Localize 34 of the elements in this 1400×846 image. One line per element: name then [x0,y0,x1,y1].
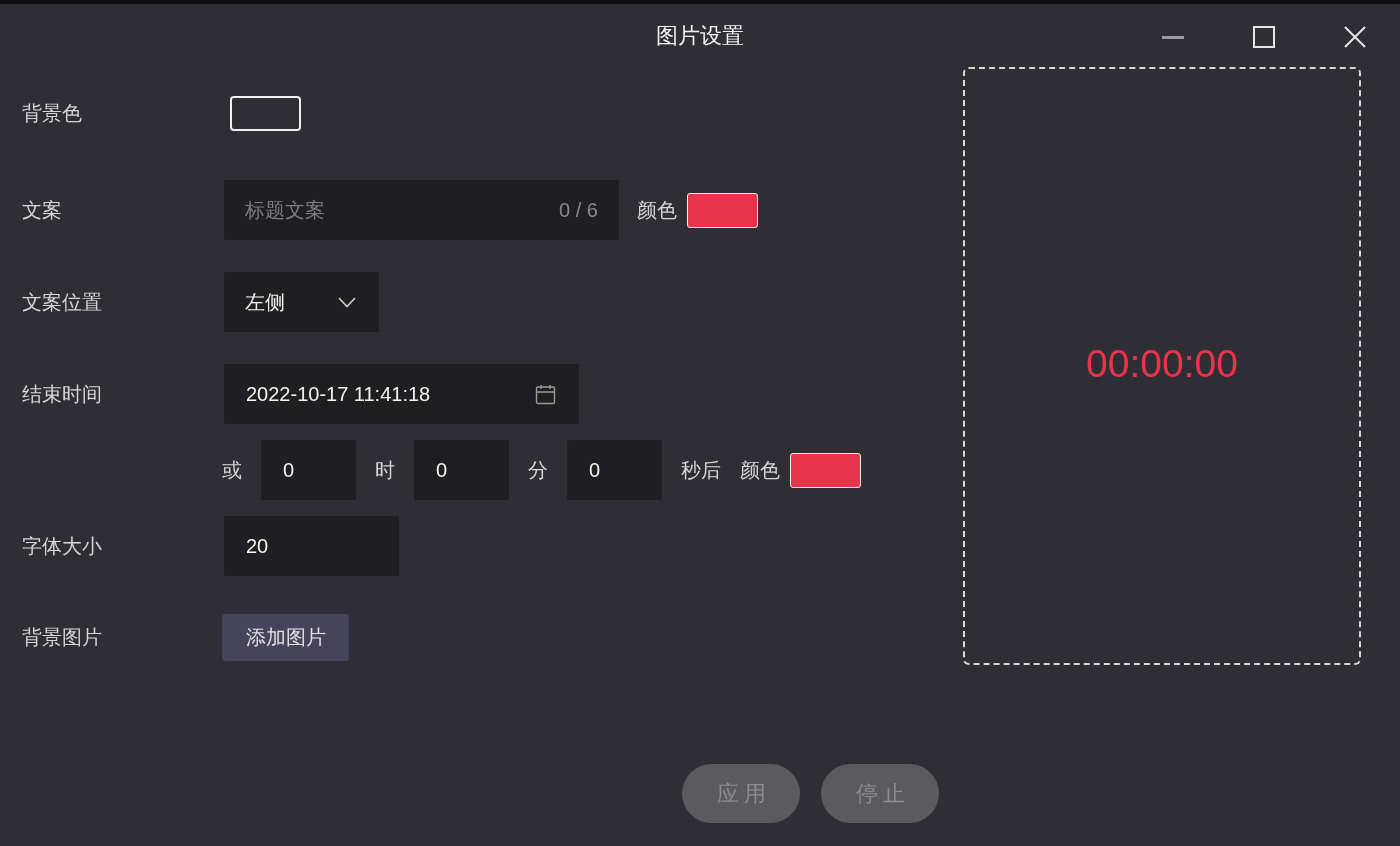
field-label: 字体大小 [22,533,102,559]
number-input-field[interactable]: 0 [567,440,662,500]
color-label: 颜色 [637,197,677,223]
field-label: 结束时间 [22,381,102,407]
maximize-button[interactable] [1253,26,1275,48]
close-icon [1344,26,1366,48]
close-button[interactable] [1344,26,1366,48]
countdown-timer: 00:00:00 [1086,342,1238,386]
or-label: 或 [222,457,242,483]
maximize-icon [1253,26,1275,48]
text-input-field[interactable]: 标题文案 0 / 6 [224,180,619,240]
number-input-field[interactable]: 0 [261,440,356,500]
color-label: 颜色 [740,457,780,483]
number-input-field[interactable]: 0 [414,440,509,500]
chevron-down-icon [338,296,356,308]
field-label: 文案 [22,197,62,223]
unit-label: 秒后 [681,457,721,483]
color-swatch[interactable] [790,452,861,488]
calendar-icon [535,383,556,405]
color-swatch[interactable] [230,95,301,131]
field-label: 文案位置 [22,289,102,315]
minimize-button[interactable] [1162,35,1184,39]
character-counter: 0 / 6 [559,198,598,222]
minimize-icon [1162,35,1184,39]
position-dropdown[interactable]: 左侧 [224,272,379,332]
window-title: 图片设置 [656,21,744,50]
add-image-button[interactable]: 添加图片 [222,613,349,661]
field-label: 背景图片 [22,624,102,650]
unit-label: 时 [375,457,395,483]
date-time-field[interactable]: 2022-10-17 11:41:18 [224,364,579,424]
color-swatch[interactable] [687,192,758,228]
unit-label: 分 [528,457,548,483]
field-label: 背景色 [22,100,82,126]
number-input-field[interactable]: 20 [224,516,399,576]
